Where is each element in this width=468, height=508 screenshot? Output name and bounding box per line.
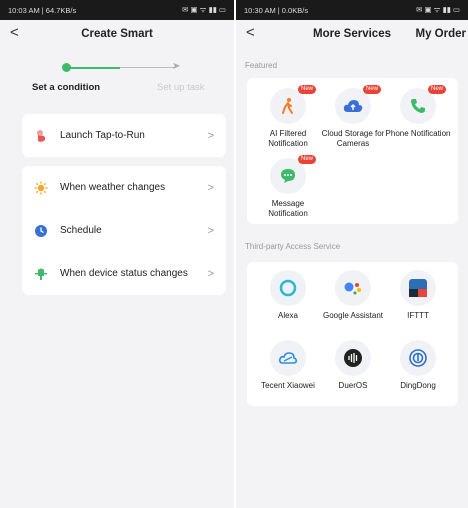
step-label-task: Set up task	[157, 82, 205, 93]
launch-tap-to-run-option[interactable]: Launch Tap-to-Run >	[22, 114, 226, 157]
service-name: DingDong	[400, 381, 436, 390]
service-name: IFTTT	[407, 311, 429, 320]
new-badge: New	[362, 85, 381, 94]
arrow-right-icon: ➤	[172, 61, 181, 72]
service-dueros[interactable]: DuerOS	[318, 340, 388, 391]
status-icons: ✉ ▣ ᯤ ▮▮ ▭	[182, 5, 226, 14]
hand-tap-icon	[34, 129, 48, 143]
phone-icon: New	[400, 85, 446, 124]
service-name: Phone Notification	[385, 129, 451, 138]
device-status-option[interactable]: When device status changes >	[22, 252, 226, 295]
status-bar: 10:30 AM | 0.0KB/s ✉ ▣ ᯤ ▮▮ ▭	[236, 0, 468, 20]
ifttt-icon	[400, 270, 436, 306]
clock-icon	[34, 224, 48, 238]
step-progress-active	[66, 67, 120, 69]
status-time: 10:03 AM | 64.7KB/s	[8, 5, 77, 15]
chevron-right-icon: >	[207, 129, 214, 142]
row-label: Schedule	[60, 225, 102, 236]
service-ifttt[interactable]: IFTTT	[383, 270, 453, 321]
service-cloud-storage[interactable]: New Cloud Storage for Cameras	[318, 85, 388, 149]
cloud-upload-icon: New	[335, 85, 381, 124]
status-time: 10:30 AM | 0.0KB/s	[244, 5, 309, 15]
walking-person-icon: New	[270, 85, 316, 124]
dingdong-icon	[400, 340, 436, 376]
service-dingdong[interactable]: DingDong	[383, 340, 453, 391]
my-order-link[interactable]: My Order	[416, 28, 467, 40]
service-message-notification[interactable]: New Message Notification	[253, 155, 323, 219]
alexa-icon	[270, 270, 306, 306]
service-name: Cloud Storage for Cameras	[321, 129, 385, 148]
chevron-right-icon: >	[207, 181, 214, 194]
sun-icon	[34, 181, 48, 195]
step-indicator: ➤ Set a condition Set up task	[0, 48, 234, 108]
device-icon	[34, 267, 48, 281]
tap-to-run-card: Launch Tap-to-Run >	[22, 114, 226, 157]
service-name: DuerOS	[338, 381, 368, 390]
third-party-card: Alexa Google Assistant IFTTT Tecent Xiao…	[247, 262, 458, 406]
service-tecent-xiaowei[interactable]: Tecent Xiaowei	[253, 340, 323, 391]
page-title: Create Smart	[81, 28, 153, 40]
weather-change-option[interactable]: When weather changes >	[22, 166, 226, 209]
step-current-dot	[62, 63, 71, 72]
service-phone-notification[interactable]: New Phone Notification	[383, 85, 453, 139]
status-icons: ✉ ▣ ᯤ ▮▮ ▭	[416, 5, 460, 14]
service-google-assistant[interactable]: Google Assistant	[318, 270, 388, 321]
service-name: Alexa	[277, 311, 298, 320]
chevron-right-icon: >	[207, 224, 214, 237]
step-progress-idle	[120, 67, 176, 68]
new-badge: New	[297, 85, 316, 94]
new-badge: New	[427, 85, 446, 94]
row-label: Launch Tap-to-Run	[60, 130, 145, 141]
nav-bar: < More Services My Order	[236, 20, 468, 48]
service-name: Message Notification	[268, 199, 308, 218]
new-badge: New	[297, 155, 316, 164]
featured-section-title: Featured	[245, 61, 278, 70]
service-name: Google Assistant	[322, 311, 384, 320]
service-ai-filtered-notification[interactable]: New AI Filtered Notification	[253, 85, 323, 149]
chat-bubble-icon: New	[270, 155, 316, 194]
service-name: Tecent Xiaowei	[261, 381, 315, 390]
schedule-option[interactable]: Schedule >	[22, 209, 226, 252]
dueros-icon	[335, 340, 371, 376]
row-label: When device status changes	[60, 268, 188, 279]
xiaowei-icon	[270, 340, 306, 376]
service-alexa[interactable]: Alexa	[253, 270, 323, 321]
chevron-right-icon: >	[207, 267, 214, 280]
service-name: AI Filtered Notification	[268, 129, 308, 148]
more-services-screen: 10:30 AM | 0.0KB/s ✉ ▣ ᯤ ▮▮ ▭ < More Ser…	[236, 0, 468, 508]
google-assistant-icon	[335, 270, 371, 306]
featured-card: New AI Filtered Notification New Cloud S…	[247, 78, 458, 224]
step-label-condition: Set a condition	[32, 82, 101, 93]
conditions-card: When weather changes > Schedule > When d…	[22, 166, 226, 295]
status-bar: 10:03 AM | 64.7KB/s ✉ ▣ ᯤ ▮▮ ▭	[0, 0, 234, 20]
create-smart-screen: 10:03 AM | 64.7KB/s ✉ ▣ ᯤ ▮▮ ▭ < Create …	[0, 0, 234, 508]
nav-bar: < Create Smart	[0, 20, 234, 48]
row-label: When weather changes	[60, 182, 166, 193]
third-party-section-title: Third-party Access Service	[245, 242, 341, 251]
